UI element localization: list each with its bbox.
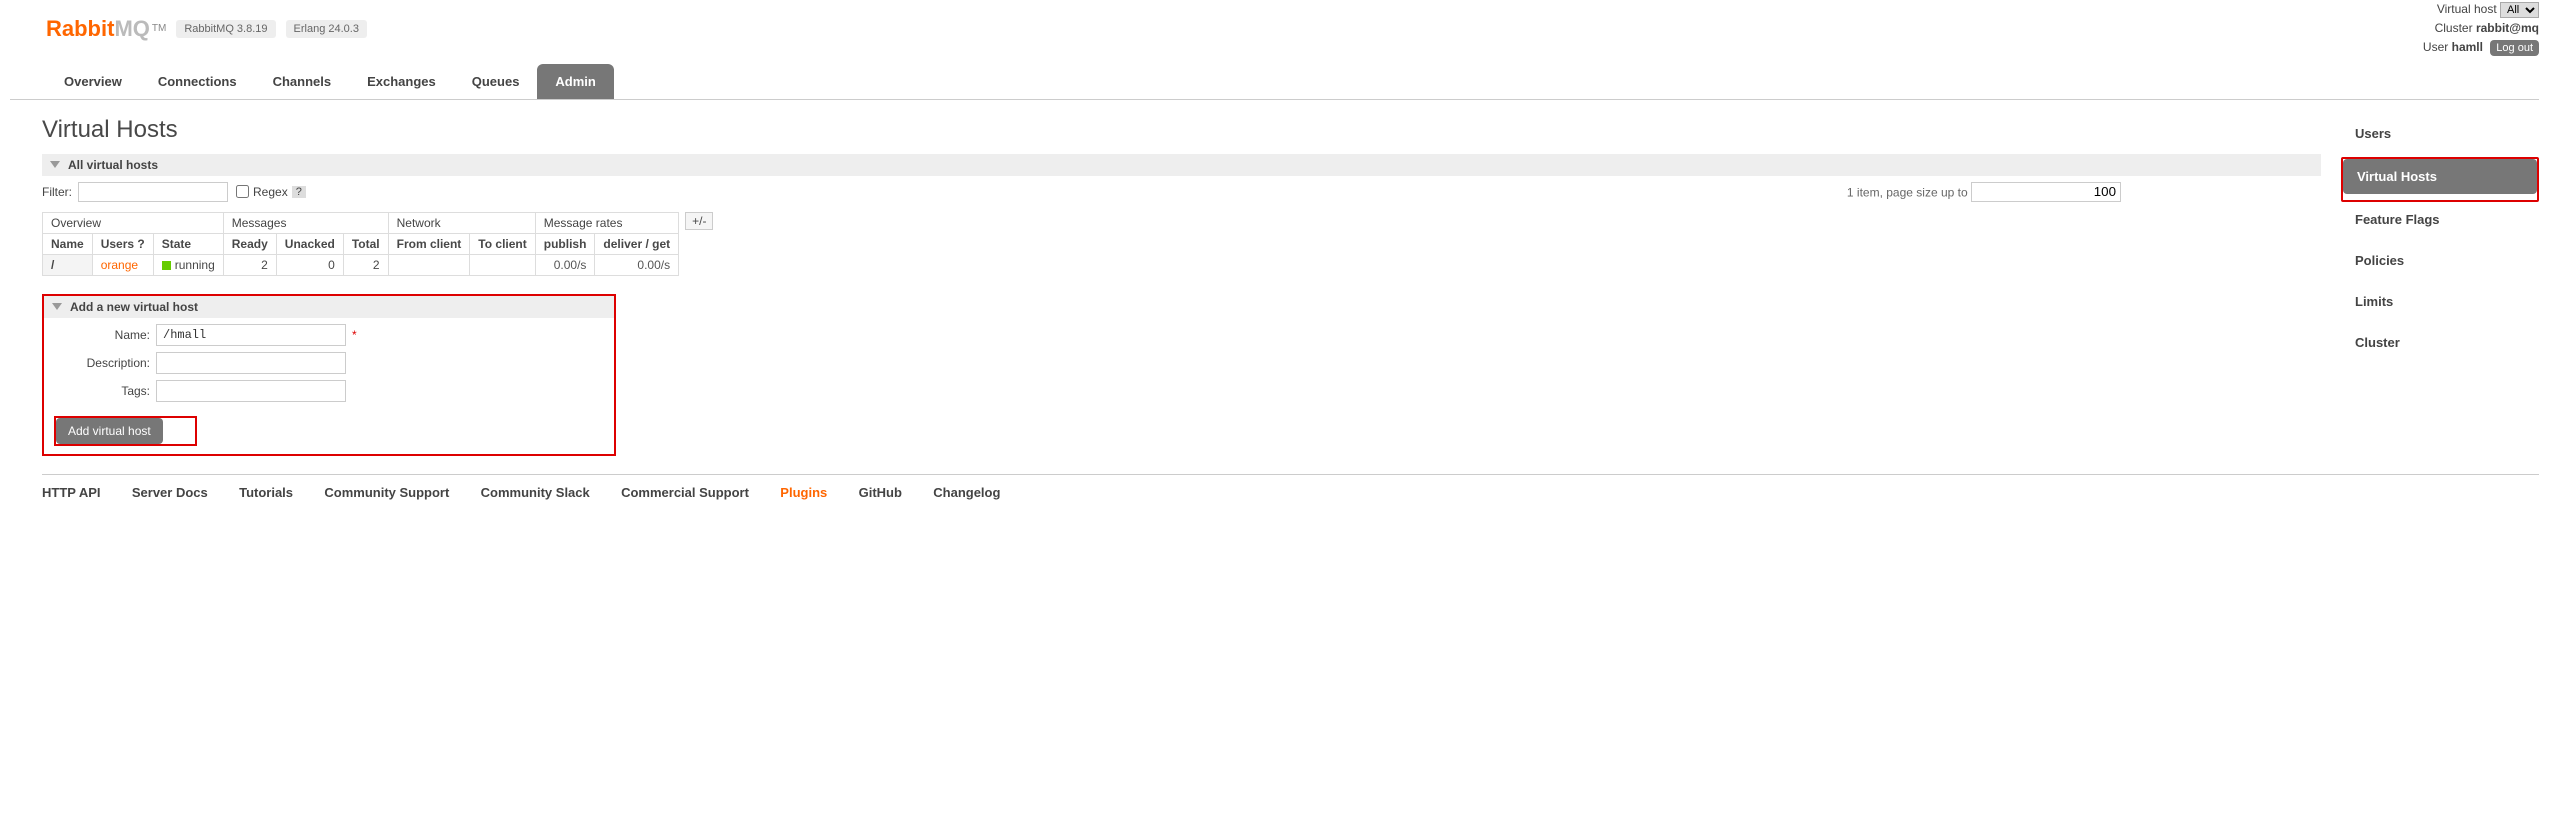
add-vhost-title: Add a new virtual host	[70, 300, 198, 314]
erlang-version-badge: Erlang 24.0.3	[286, 20, 367, 38]
vhosts-table: Overview Messages Network Message rates …	[42, 212, 679, 276]
col-from-client[interactable]: From client	[388, 233, 470, 254]
vhost-description-input[interactable]	[156, 352, 346, 374]
tab-admin[interactable]: Admin	[537, 64, 613, 99]
footer-changelog[interactable]: Changelog	[933, 485, 1000, 500]
name-label: Name:	[44, 328, 156, 342]
footer-community-support[interactable]: Community Support	[324, 485, 449, 500]
sidebar-item-virtual-hosts[interactable]: Virtual Hosts	[2343, 159, 2537, 194]
required-marker: *	[352, 328, 357, 342]
vhost-label: Virtual host	[2437, 2, 2497, 16]
col-name[interactable]: Name	[43, 233, 93, 254]
sidebar-item-limits[interactable]: Limits	[2341, 284, 2539, 319]
cluster-value: rabbit@mq	[2476, 21, 2539, 35]
group-messages: Messages	[223, 212, 388, 233]
vhost-tags-input[interactable]	[156, 380, 346, 402]
cell-users[interactable]: orange	[92, 254, 153, 275]
add-vhost-header[interactable]: Add a new virtual host	[44, 296, 614, 318]
group-rates: Message rates	[535, 212, 678, 233]
page-size-input[interactable]	[1971, 182, 2121, 202]
footer-plugins[interactable]: Plugins	[780, 485, 827, 500]
regex-help-icon[interactable]: ?	[292, 186, 306, 198]
col-total[interactable]: Total	[343, 233, 388, 254]
filter-label: Filter:	[42, 185, 72, 199]
footer-server-docs[interactable]: Server Docs	[132, 485, 208, 500]
group-network: Network	[388, 212, 535, 233]
col-state[interactable]: State	[153, 233, 223, 254]
cell-to-client	[470, 254, 535, 275]
col-ready[interactable]: Ready	[223, 233, 276, 254]
regex-label: Regex	[253, 185, 288, 199]
sidebar-item-users[interactable]: Users	[2341, 116, 2539, 151]
cell-name[interactable]: /	[43, 254, 93, 275]
filter-input[interactable]	[78, 182, 228, 202]
add-vhost-button[interactable]: Add virtual host	[56, 418, 163, 444]
footer-community-slack[interactable]: Community Slack	[481, 485, 590, 500]
header-right: Virtual host All Cluster rabbit@mq User …	[2423, 0, 2539, 58]
chevron-down-icon	[52, 303, 62, 310]
sidebar-item-policies[interactable]: Policies	[2341, 243, 2539, 278]
cell-ready: 2	[223, 254, 276, 275]
cell-state: running	[153, 254, 223, 275]
col-unacked[interactable]: Unacked	[276, 233, 343, 254]
cell-from-client	[388, 254, 470, 275]
running-status-icon	[162, 261, 171, 270]
cell-deliver-get: 0.00/s	[595, 254, 679, 275]
add-vhost-section: Add a new virtual host Name: * Descripti…	[42, 294, 616, 456]
table-row: / orange running 2 0 2 0.00/s 0.00/s	[43, 254, 679, 275]
chevron-down-icon	[50, 161, 60, 168]
group-overview: Overview	[43, 212, 224, 233]
logo-text-suffix: MQ	[114, 16, 149, 41]
sidebar-item-cluster[interactable]: Cluster	[2341, 325, 2539, 360]
all-vhosts-section-header[interactable]: All virtual hosts	[42, 154, 2321, 176]
tags-label: Tags:	[44, 384, 156, 398]
tab-queues[interactable]: Queues	[454, 64, 538, 99]
footer-http-api[interactable]: HTTP API	[42, 485, 101, 500]
pagination-summary: 1 item, page size up to	[1847, 182, 2121, 202]
logo: RabbitMQTM	[46, 16, 166, 42]
page-title: Virtual Hosts	[42, 116, 2321, 144]
cell-unacked: 0	[276, 254, 343, 275]
user-value: hamll	[2452, 40, 2483, 54]
footer-commercial-support[interactable]: Commercial Support	[621, 485, 749, 500]
footer-github[interactable]: GitHub	[859, 485, 902, 500]
vhost-select[interactable]: All	[2500, 2, 2539, 18]
logo-tm: TM	[152, 23, 166, 34]
col-deliver-get[interactable]: deliver / get	[595, 233, 679, 254]
logout-button[interactable]: Log out	[2490, 40, 2539, 56]
col-publish[interactable]: publish	[535, 233, 595, 254]
columns-toggle-button[interactable]: +/-	[685, 212, 713, 230]
admin-side-nav: Users Virtual Hosts Feature Flags Polici…	[2341, 116, 2539, 456]
footer-links: HTTP API Server Docs Tutorials Community…	[42, 474, 2539, 520]
rabbitmq-version-badge: RabbitMQ 3.8.19	[176, 20, 275, 38]
filter-row: Filter: Regex ? 1 item, page size up to	[42, 182, 2321, 202]
cluster-label: Cluster	[2435, 21, 2473, 35]
col-to-client[interactable]: To client	[470, 233, 535, 254]
vhost-name-input[interactable]	[156, 324, 346, 346]
main-content: Virtual Hosts All virtual hosts Filter: …	[42, 116, 2321, 456]
tab-overview[interactable]: Overview	[46, 64, 140, 99]
description-label: Description:	[44, 356, 156, 370]
footer-tutorials[interactable]: Tutorials	[239, 485, 293, 500]
tab-connections[interactable]: Connections	[140, 64, 255, 99]
user-label: User	[2423, 40, 2448, 54]
cell-total: 2	[343, 254, 388, 275]
logo-text: Rabbit	[46, 16, 114, 41]
col-users: Users ?	[92, 233, 153, 254]
all-vhosts-label: All virtual hosts	[68, 158, 158, 172]
header: RabbitMQTM RabbitMQ 3.8.19 Erlang 24.0.3…	[0, 0, 2549, 64]
tab-exchanges[interactable]: Exchanges	[349, 64, 454, 99]
pagination-text: 1 item, page size up to	[1847, 185, 1968, 199]
regex-checkbox[interactable]	[236, 185, 249, 198]
users-help-icon[interactable]: ?	[137, 237, 144, 251]
main-tabs: Overview Connections Channels Exchanges …	[10, 64, 2539, 100]
sidebar-item-feature-flags[interactable]: Feature Flags	[2341, 202, 2539, 237]
tab-channels[interactable]: Channels	[255, 64, 350, 99]
cell-publish: 0.00/s	[535, 254, 595, 275]
